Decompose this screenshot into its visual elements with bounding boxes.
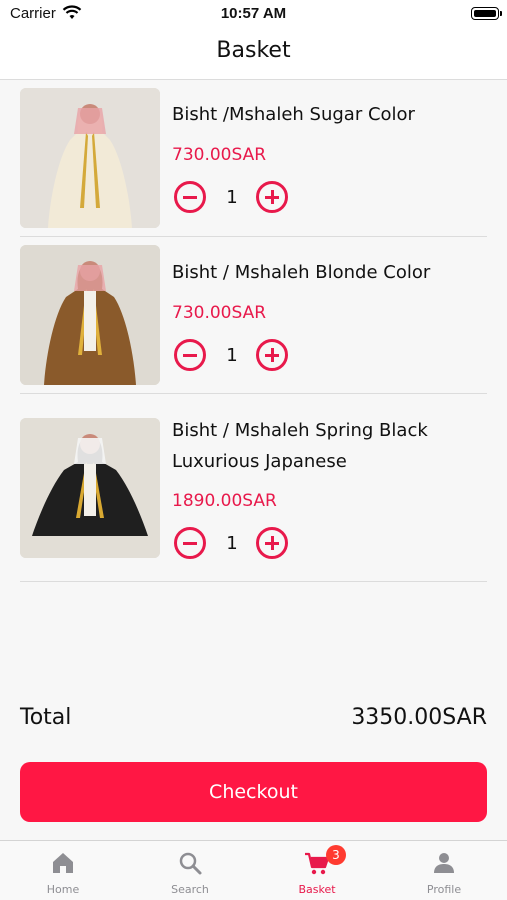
navigation-bar: Basket xyxy=(0,28,507,80)
total-label: Total xyxy=(20,705,72,730)
product-image[interactable] xyxy=(20,245,160,385)
checkout-button-label: Checkout xyxy=(209,781,298,803)
tab-home-label: Home xyxy=(46,883,80,896)
increase-quantity-button[interactable] xyxy=(256,339,288,371)
person-icon xyxy=(434,853,454,873)
tab-profile[interactable]: Profile xyxy=(381,841,507,900)
total-value: 3350.00SAR xyxy=(351,705,487,730)
quantity-value: 1 xyxy=(226,533,238,554)
decrease-quantity-button[interactable] xyxy=(174,527,206,559)
battery-icon xyxy=(471,7,502,20)
product-name[interactable]: Bisht / Mshaleh Spring Black Luxurious J… xyxy=(172,415,472,477)
status-time: 10:57 AM xyxy=(220,5,287,22)
status-bar: Carrier 10:57 AM xyxy=(0,0,507,28)
decrease-quantity-button[interactable] xyxy=(174,181,206,213)
product-image[interactable] xyxy=(20,418,160,558)
tab-home[interactable]: Home xyxy=(0,841,126,900)
quantity-value: 1 xyxy=(226,345,238,366)
quantity-value: 1 xyxy=(226,187,238,208)
product-price: 1890.00SAR xyxy=(172,491,277,511)
product-image[interactable] xyxy=(20,88,160,228)
basket-item: Bisht / Mshaleh Blonde Color 730.00SAR 1 xyxy=(20,237,487,394)
cart-badge: 3 xyxy=(326,845,346,865)
tab-basket-label: Basket xyxy=(298,883,336,896)
tab-search-label: Search xyxy=(171,883,209,896)
tab-profile-label: Profile xyxy=(426,883,462,896)
decrease-quantity-button[interactable] xyxy=(174,339,206,371)
product-name[interactable]: Bisht / Mshaleh Blonde Color xyxy=(172,257,472,288)
page-title: Basket xyxy=(216,38,291,63)
product-name[interactable]: Bisht /Mshaleh Sugar Color xyxy=(172,99,472,130)
tab-search[interactable]: Search xyxy=(127,841,253,900)
product-price: 730.00SAR xyxy=(172,303,267,323)
search-icon xyxy=(179,852,202,875)
increase-quantity-button[interactable] xyxy=(256,181,288,213)
checkout-button[interactable]: Checkout xyxy=(20,762,487,822)
basket-item: Bisht / Mshaleh Spring Black Luxurious J… xyxy=(20,394,487,582)
basket-item: Bisht /Mshaleh Sugar Color 730.00SAR 1 xyxy=(20,88,487,237)
home-icon xyxy=(53,853,73,873)
tab-bar: Home Search 3 Basket Profile xyxy=(0,840,507,900)
increase-quantity-button[interactable] xyxy=(256,527,288,559)
product-price: 730.00SAR xyxy=(172,145,267,165)
tab-basket[interactable]: 3 Basket xyxy=(254,841,380,900)
